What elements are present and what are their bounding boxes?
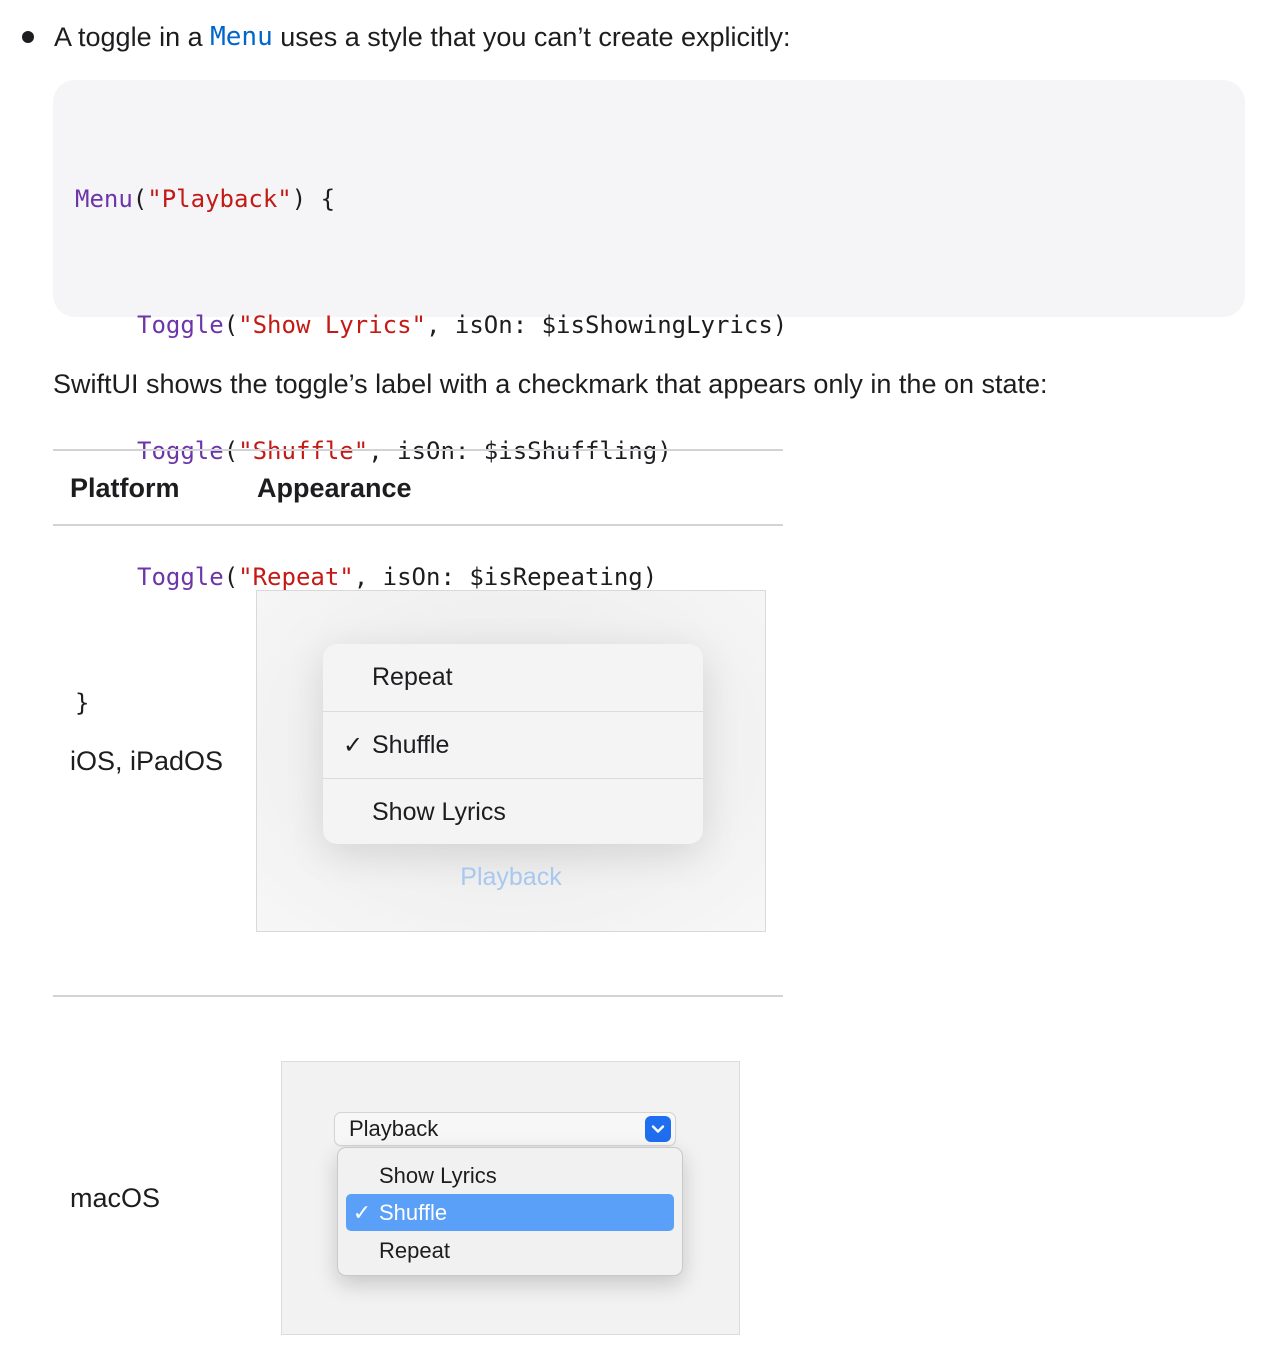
menu-link[interactable]: Menu (210, 22, 273, 52)
intro-suffix: uses a style that you can’t create expli… (272, 21, 791, 52)
ios-menu-title[interactable]: Playback (257, 863, 765, 892)
code-string: "Playback" (147, 185, 292, 213)
code-listing: Menu("Playback") { Toggle("Show Lyrics",… (53, 80, 1245, 717)
macos-menu-figure: Playback Show Lyrics ✓ Shuffle Repeat (281, 1061, 740, 1335)
code-punct: ( (223, 437, 239, 465)
code-string: "Repeat" (238, 563, 354, 591)
checkmark-icon: ✓ (342, 731, 364, 759)
code-punct: ) { (291, 185, 336, 213)
code-closing-brace: } (75, 689, 90, 717)
code-line-2: Toggle("Show Lyrics", isOn: $isShowingLy… (75, 304, 1245, 346)
ios-menu-item-label: Show Lyrics (372, 797, 506, 826)
code-punct: ( (132, 185, 148, 213)
ios-menu-figure: Repeat ✓ Shuffle Show Lyrics Playback (256, 590, 766, 932)
code-line-1: Menu("Playback") { (75, 178, 1245, 220)
macos-menu-item-show-lyrics[interactable]: Show Lyrics (346, 1157, 674, 1194)
table-header-rule (53, 524, 783, 526)
code-punct: ( (223, 311, 239, 339)
code-rest: , isOn: $isShowingLyrics) (426, 311, 788, 339)
ios-menu-item-label: Shuffle (372, 730, 450, 759)
chevron-down-icon[interactable] (645, 1116, 671, 1142)
ios-menu: Repeat ✓ Shuffle Show Lyrics (323, 644, 703, 844)
row-platform-ios: iOS, iPadOS (70, 746, 224, 776)
description-text: SwiftUI shows the toggle’s label with a … (53, 369, 1048, 399)
macos-menu-item-label: Repeat (379, 1238, 450, 1263)
code-rest: , isOn: $isShuffling) (368, 437, 672, 465)
code-type: Toggle (137, 563, 224, 591)
ios-menu-item-shuffle[interactable]: ✓ Shuffle (323, 711, 703, 778)
macos-menu-item-repeat[interactable]: Repeat (346, 1232, 674, 1269)
ios-menu-item-repeat[interactable]: Repeat (323, 644, 703, 711)
code-punct: ( (223, 563, 239, 591)
macos-menu-item-label: Show Lyrics (379, 1163, 497, 1188)
code-type: Toggle (137, 437, 224, 465)
code-string: "Shuffle" (238, 437, 369, 465)
code-rest: , isOn: $isRepeating) (353, 563, 658, 591)
code-type: Toggle (137, 311, 224, 339)
code-line-3: Toggle("Shuffle", isOn: $isShuffling) (75, 430, 1245, 472)
table-header-appearance: Appearance (257, 473, 412, 503)
bullet-dot-icon (22, 31, 34, 43)
macos-popup-button[interactable]: Playback (334, 1112, 676, 1146)
intro-prefix: A toggle in a (54, 21, 211, 52)
macos-menu-item-label: Shuffle (379, 1200, 448, 1225)
table-header-platform: Platform (70, 473, 180, 503)
ios-menu-item-show-lyrics[interactable]: Show Lyrics (323, 778, 703, 844)
code-string: "Show Lyrics" (238, 311, 426, 339)
checkmark-icon: ✓ (352, 1200, 372, 1225)
macos-popup-label: Playback (349, 1116, 439, 1141)
table-top-rule (53, 449, 783, 451)
row-platform-macos: macOS (70, 1183, 161, 1213)
table-row-rule (53, 995, 783, 997)
ios-menu-item-label: Repeat (372, 663, 453, 691)
code-type: Menu (75, 185, 133, 213)
macos-menu-item-shuffle[interactable]: ✓ Shuffle (346, 1194, 674, 1231)
macos-dropdown-menu: Show Lyrics ✓ Shuffle Repeat (337, 1147, 683, 1276)
intro-bullet: A toggle in a Menu uses a style that you… (20, 14, 791, 60)
